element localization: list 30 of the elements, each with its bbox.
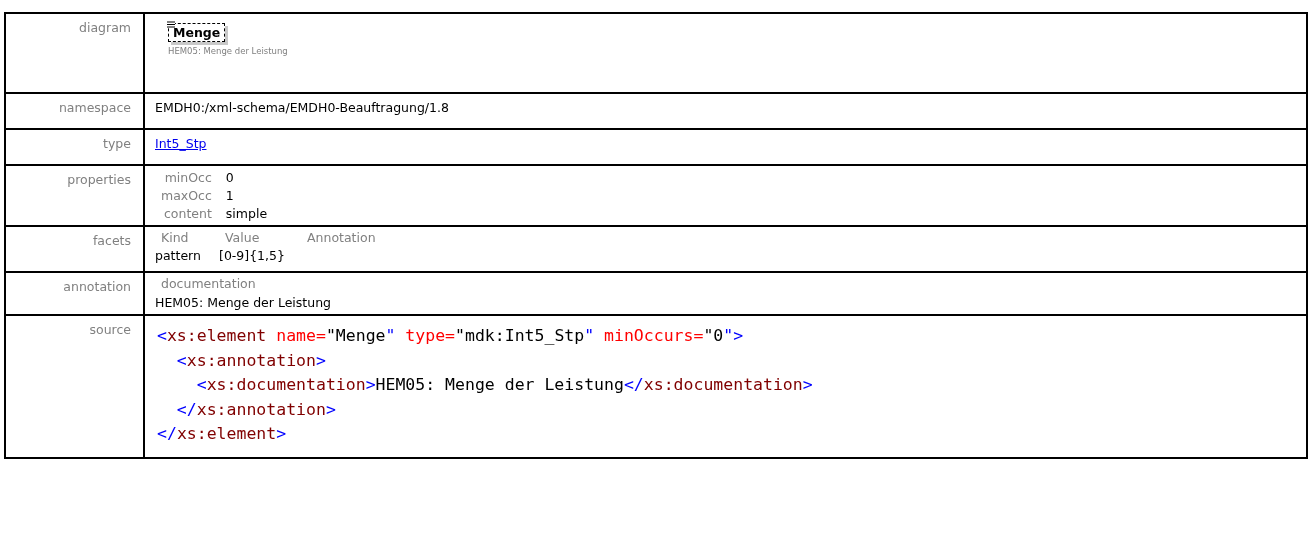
- diagram-caption: HEM05: Menge der Leistung: [168, 46, 289, 56]
- code-line: </xs:element>: [157, 423, 287, 445]
- facet-value: [0-9]{1,5}: [219, 248, 286, 263]
- column-header: Value: [224, 230, 261, 245]
- property-name: maxOcc: [161, 188, 212, 203]
- code-line: <xs:element name="Menge" type="mdk:Int5_Stp" minOccurs="0">: [157, 325, 744, 347]
- row-label: diagram: [79, 20, 131, 35]
- property-name: content: [162, 206, 212, 221]
- annotation-text: HEM05: Menge der Leistung: [155, 295, 332, 310]
- type-link[interactable]: Int5_Stp: [155, 136, 207, 151]
- property-value: simple: [225, 206, 268, 221]
- annotation-heading: documentation: [160, 276, 257, 291]
- namespace-value: EMDH0:/xml-schema/EMDH0-Beauftragung/1.8: [155, 100, 450, 117]
- row-label: annotation: [63, 279, 131, 294]
- property-value: 0: [225, 170, 235, 185]
- row-label: type: [103, 136, 131, 151]
- column-header: Annotation: [306, 230, 377, 245]
- code-line: </xs:annotation>: [175, 398, 336, 421]
- element-node: Menge: [168, 23, 226, 42]
- property-value: 1: [225, 188, 235, 203]
- lines-icon: [167, 21, 175, 28]
- row-label: facets: [92, 233, 131, 248]
- code-line: <xs:annotation>: [175, 349, 326, 372]
- facet-kind: pattern: [155, 248, 202, 263]
- row-label: source: [89, 322, 131, 337]
- row-label: properties: [67, 172, 131, 187]
- property-name: minOcc: [163, 170, 212, 185]
- code-line: <xs:documentation>HEM05: Menge der Leistung</xs:documentation>: [195, 374, 813, 396]
- row-label: namespace: [58, 100, 131, 115]
- column-header: Kind: [160, 230, 190, 245]
